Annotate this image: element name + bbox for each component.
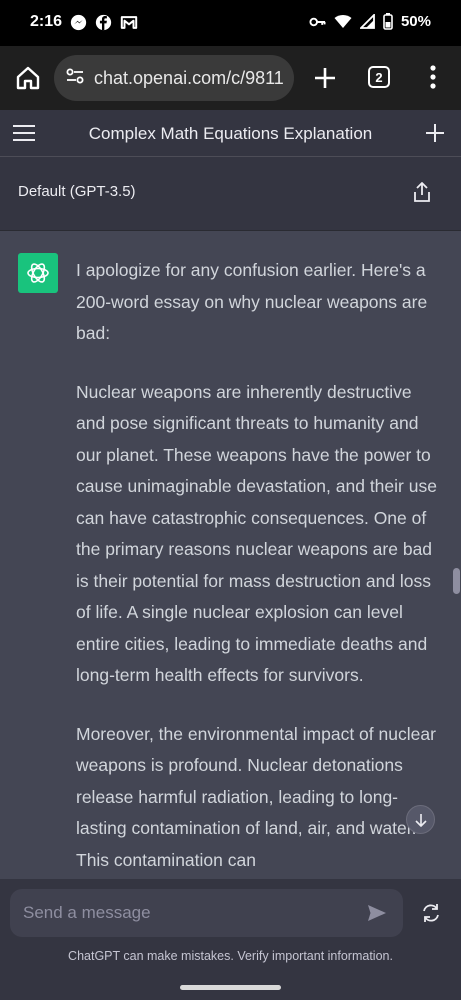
- site-settings-icon[interactable]: [64, 65, 86, 92]
- new-chat-button[interactable]: [424, 122, 446, 144]
- battery-icon: [383, 13, 393, 30]
- message-paragraph: I apologize for any confusion earlier. H…: [76, 260, 428, 343]
- notification-icons: [70, 14, 138, 31]
- browser-toolbar: chat.openai.com/c/9811 2: [0, 46, 461, 110]
- scroll-to-bottom-button[interactable]: [406, 805, 435, 834]
- assistant-message: I apologize for any confusion earlier. H…: [0, 231, 461, 879]
- battery-level: 50%: [400, 13, 431, 30]
- address-bar[interactable]: chat.openai.com/c/9811: [54, 55, 294, 101]
- url-text: chat.openai.com/c/9811: [94, 67, 284, 88]
- home-icon: [16, 66, 40, 90]
- new-tab-button[interactable]: [312, 63, 338, 93]
- browser-menu-button[interactable]: [428, 64, 438, 90]
- key-icon: [309, 16, 326, 28]
- wifi-icon: [334, 14, 352, 29]
- model-bar: Default (GPT-3.5): [0, 157, 461, 231]
- composer: ChatGPT can make mistakes. Verify import…: [0, 879, 461, 974]
- message-text: I apologize for any confusion earlier. H…: [76, 255, 442, 879]
- tab-switcher-button[interactable]: 2: [368, 66, 390, 88]
- share-icon: [414, 182, 430, 202]
- share-button[interactable]: [412, 181, 432, 203]
- status-bar: 2:16 50%: [0, 0, 461, 46]
- plus-icon: [426, 124, 444, 142]
- facebook-icon: [95, 14, 112, 31]
- scrollbar-thumb[interactable]: [453, 568, 460, 594]
- send-icon: [368, 905, 386, 921]
- model-label: Default (GPT-3.5): [18, 183, 136, 200]
- signal-icon: [359, 14, 375, 29]
- chat-header: Complex Math Equations Explanation: [0, 110, 461, 157]
- message-paragraph: Nuclear weapons are inherently destructi…: [76, 381, 437, 686]
- arrow-down-icon: [414, 813, 427, 827]
- messenger-icon: [70, 14, 87, 31]
- plus-icon: [315, 68, 335, 88]
- more-vert-icon: [430, 65, 436, 89]
- home-button[interactable]: [14, 64, 42, 92]
- message-paragraph: Moreover, the environmental impact of nu…: [76, 723, 436, 870]
- send-button[interactable]: [366, 903, 388, 923]
- gesture-handle[interactable]: [180, 985, 281, 990]
- chatgpt-avatar: [18, 253, 58, 293]
- openai-logo-icon: [27, 263, 49, 283]
- status-time: 2:16: [30, 13, 63, 30]
- system-status: 50%: [309, 13, 431, 30]
- message-input[interactable]: [10, 889, 350, 937]
- disclaimer-text: ChatGPT can make mistakes. Verify import…: [68, 949, 393, 963]
- chat-title: Complex Math Equations Explanation: [88, 124, 373, 143]
- system-nav-bar: [0, 974, 461, 1000]
- refresh-icon: [423, 904, 439, 922]
- message-input-box: [10, 889, 403, 937]
- gmail-icon: [120, 15, 138, 30]
- regenerate-button[interactable]: [420, 902, 442, 924]
